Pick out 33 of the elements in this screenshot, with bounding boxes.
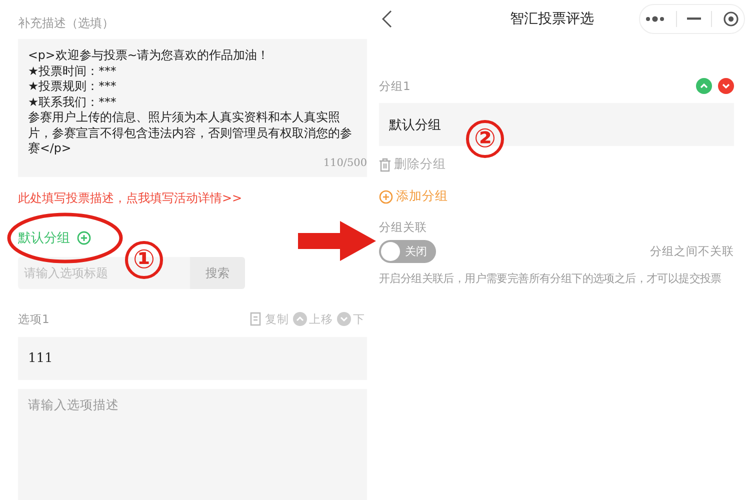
field-label: 补充描述（选填） [18, 15, 115, 32]
help-text: 开启分组关联后，用户需要完善所有分组下的选项之后，才可以提交投票 [379, 272, 722, 286]
option-description-field[interactable]: 请输入选项描述 [18, 389, 367, 500]
add-icon [379, 190, 393, 204]
section-label: 分组关联 [379, 220, 428, 235]
move-down-icon[interactable] [718, 78, 734, 94]
copy-button[interactable]: 复制 [250, 312, 289, 326]
move-down-button[interactable]: 下 [337, 312, 365, 326]
option-title-field[interactable]: 111 [18, 337, 367, 380]
step-number: ① [125, 241, 163, 279]
group-tab[interactable]: 默认分组 [18, 229, 70, 247]
close-icon[interactable] [722, 11, 739, 27]
character-counter: 110/500 [323, 157, 367, 169]
chevron-up-icon [293, 312, 307, 326]
description-link[interactable]: 此处填写投票描述，点我填写活动详情>> [18, 190, 242, 207]
option-label: 选项1 [18, 312, 50, 326]
group-label: 分组1 [379, 78, 410, 94]
move-up-button[interactable]: 上移 [293, 312, 333, 326]
status-text: 分组之间不关联 [650, 244, 734, 259]
more-icon[interactable] [645, 15, 666, 23]
step-number: ② [466, 120, 504, 158]
description-field[interactable]: <p>欢迎参与投票~请为您喜欢的作品加油！ ★投票时间：*** ★投票规则：*** ★联系我们：*** 参赛用户上传的信息、照片须为本人真实资料和本人真实照片，参赛宣言不得包含违法内容，否则管理员有权取消您的参赛</p> 110/500 [18, 39, 367, 177]
add-group-button[interactable]: 添加分组 [379, 188, 448, 205]
chevron-down-icon [337, 312, 351, 326]
minimize-icon[interactable] [686, 17, 701, 21]
copy-icon [250, 312, 263, 326]
search-button[interactable]: 搜索 [190, 257, 245, 289]
back-icon[interactable] [382, 10, 392, 28]
trash-icon [379, 158, 391, 172]
delete-group-button[interactable]: 删除分组 [379, 156, 446, 173]
arrow-icon [298, 221, 376, 261]
page-title: 智汇投票评选 [510, 10, 594, 28]
toggle-switch[interactable]: 关闭 [379, 240, 436, 263]
